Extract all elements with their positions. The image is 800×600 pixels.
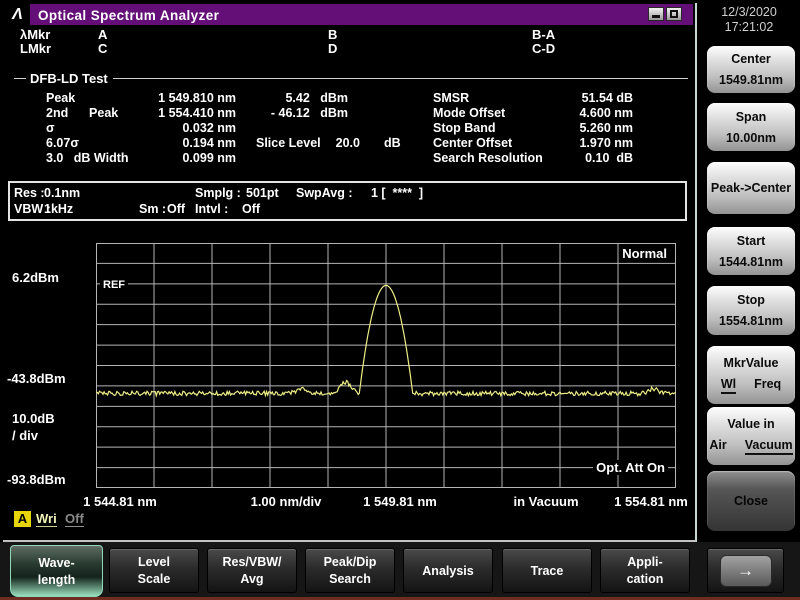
swpavg-value: 1 [ **** ] — [371, 186, 423, 200]
tab-res-vbw-avg[interactable]: Res/VBW/ Avg — [207, 548, 297, 593]
datetime: 12/3/2020 17:21:02 — [703, 5, 795, 35]
tab-level-scale[interactable]: Level Scale — [109, 548, 199, 593]
x-medium-label: in Vacuum — [513, 494, 578, 509]
spectrum-plot: REF Normal Opt. Att On — [96, 243, 676, 488]
stop-band-value: 5.260 nm — [533, 121, 633, 135]
y-bottom-label: -93.8dBm — [7, 472, 66, 487]
analysis-row-level: - 46.12 dBm — [236, 106, 348, 120]
search-resolution-label: Search Resolution — [433, 151, 543, 165]
mode-offset-value: 4.600 nm — [533, 106, 633, 120]
marker-value-button[interactable]: MkrValue Wl Freq — [707, 346, 795, 404]
slice-level-unit: dB — [384, 136, 401, 150]
tab-application[interactable]: Appli- cation — [600, 548, 690, 593]
center-offset-value: 1.970 nm — [533, 136, 633, 150]
trace-a-badge: A — [14, 511, 31, 527]
date-text: 12/3/2020 — [703, 5, 795, 20]
center-button[interactable]: Center 1549.81nm — [707, 46, 795, 93]
analysis-row-label: σ — [46, 121, 55, 135]
analysis-section-divider: DFB-LD Test — [14, 71, 688, 86]
close-button[interactable]: Close — [707, 471, 795, 531]
mode-offset-label: Mode Offset — [433, 106, 505, 120]
x-scale-label: 1.00 nm/div — [251, 494, 322, 509]
x-stop-label: 1 554.81 nm — [614, 494, 688, 509]
analysis-row-wl: 0.099 nm — [128, 151, 236, 165]
optical-attenuator-label: Opt. Att On — [593, 460, 668, 475]
peak-to-center-button[interactable]: Peak->Center — [707, 162, 795, 214]
analysis-title: DFB-LD Test — [30, 71, 108, 86]
spectrum-trace-svg — [96, 243, 676, 488]
trace-write-status: Wri — [36, 511, 57, 527]
analysis-row-wl: 0.032 nm — [128, 121, 236, 135]
y-scale-unit: / div — [12, 428, 38, 443]
minimize-button[interactable] — [648, 7, 664, 21]
analysis-row-label: 3.0 dB Width — [46, 151, 129, 165]
sm-value: Off — [167, 202, 185, 216]
stop-band-label: Stop Band — [433, 121, 496, 135]
tab-more[interactable]: → — [707, 548, 784, 593]
analysis-row-label: 6.07σ — [46, 136, 79, 150]
smsr-value: 51.54 dB — [533, 91, 633, 105]
marker-c: C — [98, 41, 107, 56]
res-value: 0.1nm — [44, 186, 80, 200]
maximize-button[interactable] — [666, 7, 682, 21]
ref-line-label: REF — [100, 279, 128, 291]
marker-b: B — [328, 27, 337, 42]
smsr-label: SMSR — [433, 91, 469, 105]
stop-button[interactable]: Stop 1554.81nm — [707, 286, 795, 335]
y-mid-label: -43.8dBm — [7, 371, 66, 386]
slice-level-label: Slice Level — [256, 136, 321, 150]
analysis-row-wl: 1 549.810 nm — [128, 91, 236, 105]
x-center-label: 1 549.81 nm — [363, 494, 437, 509]
marker-cd: C-D — [532, 41, 555, 56]
sm-label: Sm : — [139, 202, 166, 216]
span-button[interactable]: Span 10.00nm — [707, 103, 795, 151]
marker-a: A — [98, 27, 107, 42]
analysis-row-wl: 0.194 nm — [128, 136, 236, 150]
osa-screen: Λ Optical Spectrum Analyzer 12/3/2020 17… — [0, 0, 800, 600]
marker-wl-label: λMkr — [20, 27, 50, 42]
tab-trace[interactable]: Trace — [502, 548, 592, 593]
value-in-vacuum-option[interactable]: Vacuum — [745, 438, 793, 455]
intvl-label: Intvl : — [195, 202, 228, 216]
smplg-label: Smplg : — [195, 186, 241, 200]
minimize-icon — [652, 15, 660, 18]
marker-value-wl-option[interactable]: Wl — [721, 377, 736, 394]
tab-peak-dip-search[interactable]: Peak/Dip Search — [305, 548, 395, 593]
smplg-value: 501pt — [246, 186, 279, 200]
y-scale-label: 10.0dB — [12, 411, 55, 426]
start-button[interactable]: Start 1544.81nm — [707, 227, 795, 275]
res-label: Res : — [14, 186, 45, 200]
trace-off-status: Off — [65, 511, 84, 527]
marker-value-freq-option[interactable]: Freq — [754, 377, 781, 394]
window-title: Optical Spectrum Analyzer — [38, 8, 219, 23]
time-text: 17:21:02 — [703, 20, 795, 35]
analysis-row-level: 5.42 dBm — [236, 91, 348, 105]
arrow-right-icon: → — [720, 555, 772, 587]
marker-lvl-label: LMkr — [20, 41, 51, 56]
marker-d: D — [328, 41, 337, 56]
tab-wavelength[interactable]: Wave- length — [10, 545, 103, 597]
intvl-value: Off — [242, 202, 260, 216]
x-start-label: 1 544.81 nm — [83, 494, 157, 509]
analysis-row-wl: 1 554.410 nm — [128, 106, 236, 120]
swpavg-label: SwpAvg : — [296, 186, 352, 200]
value-in-button[interactable]: Value in Air Vacuum — [707, 407, 795, 465]
center-offset-label: Center Offset — [433, 136, 512, 150]
y-ref-label: 6.2dBm — [12, 270, 59, 285]
maximize-icon — [670, 10, 678, 18]
vbw-value: 1kHz — [44, 202, 73, 216]
value-in-air-option[interactable]: Air — [709, 438, 726, 455]
analysis-row-label: 2nd Peak — [46, 106, 118, 120]
trace-mode-label: Normal — [619, 246, 670, 261]
slice-level-value: 20.0 — [316, 136, 360, 150]
search-resolution-value: 0.10 dB — [533, 151, 633, 165]
marker-ba: B-A — [532, 27, 555, 42]
tab-analysis[interactable]: Analysis — [403, 548, 493, 593]
analysis-row-label: Peak — [46, 91, 75, 105]
anritsu-logo-icon: Λ — [5, 4, 30, 25]
